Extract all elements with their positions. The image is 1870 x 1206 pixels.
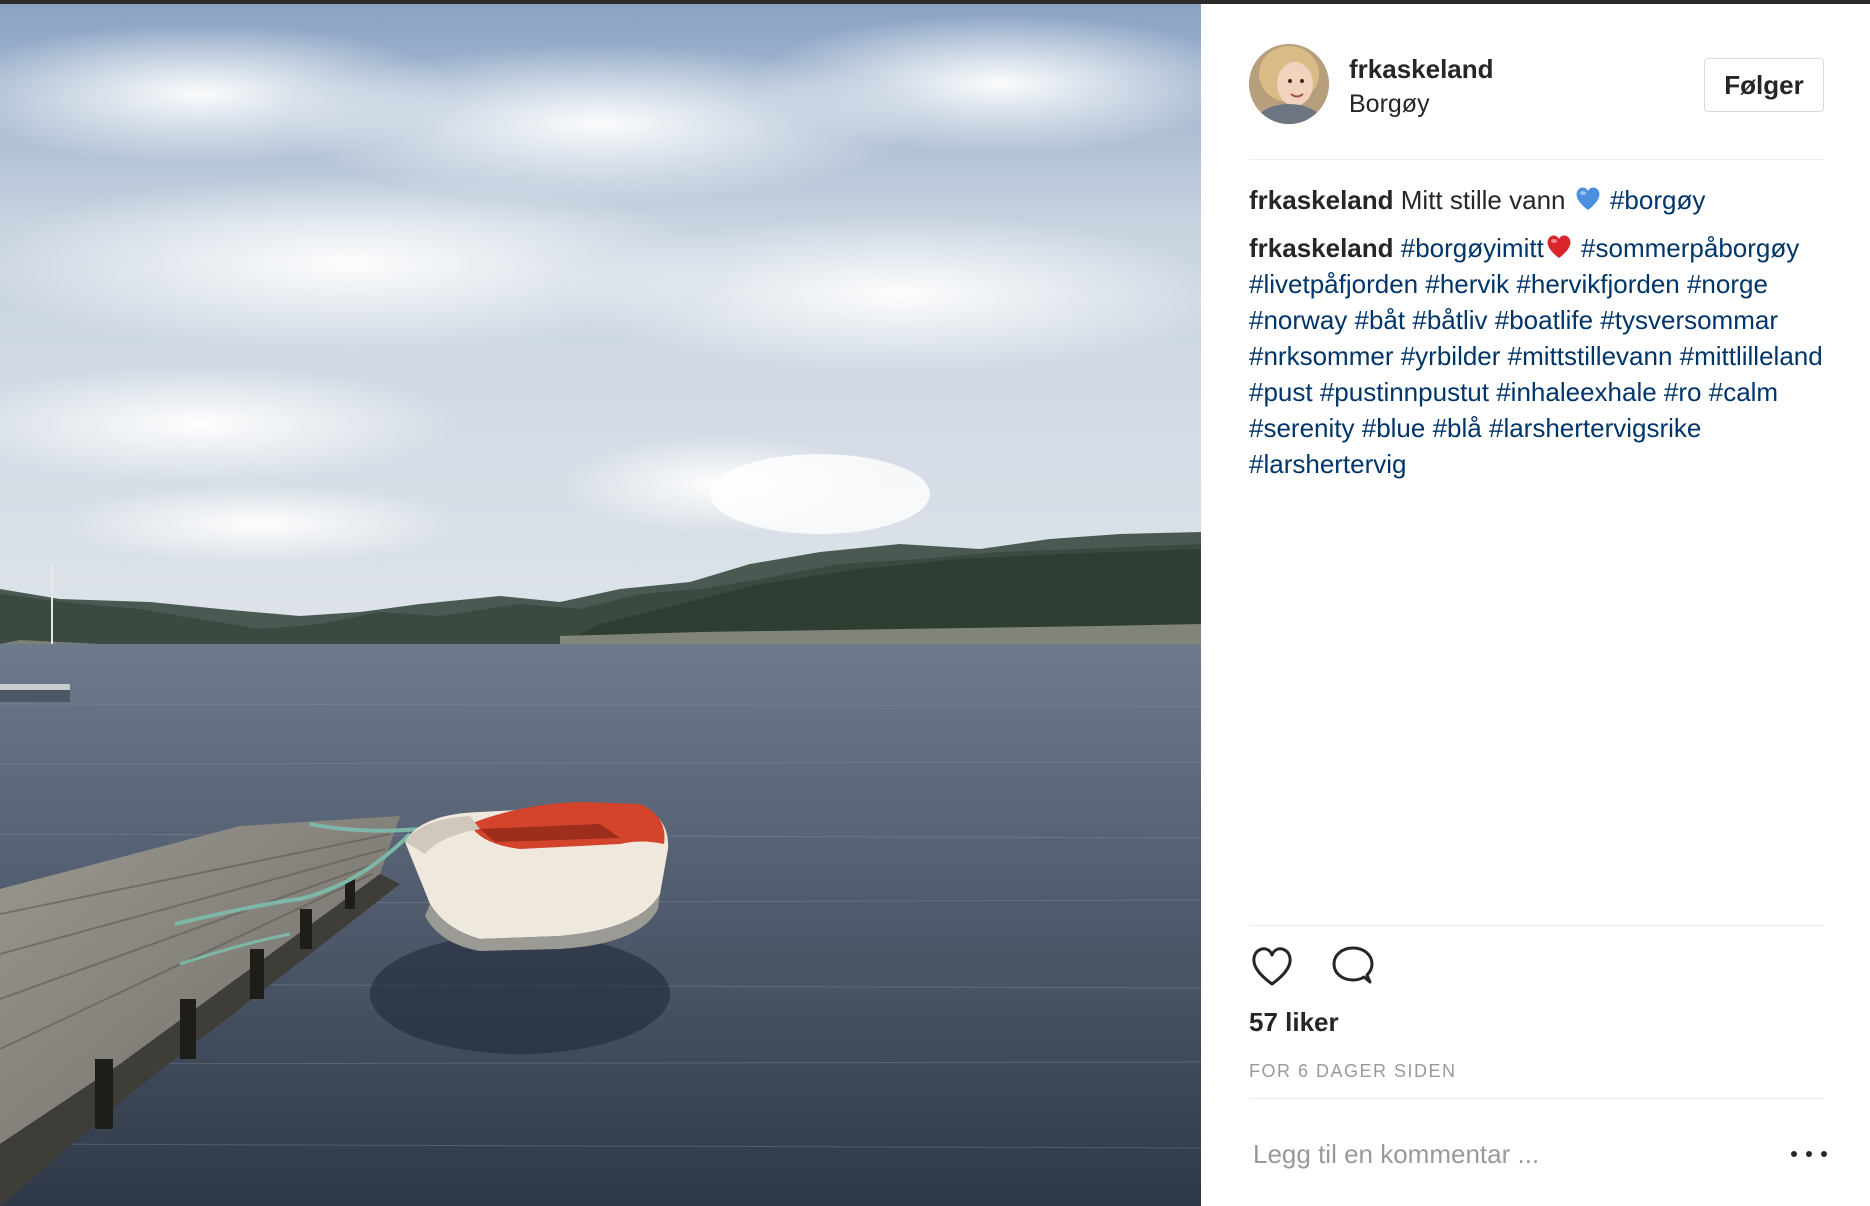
comment-item: frkaskeland #borgøyimitt #sommerpåborgøy…: [1249, 230, 1839, 482]
hashtag-link[interactable]: #borgøyimitt: [1401, 233, 1544, 263]
divider: [1249, 925, 1824, 926]
hashtag-link[interactable]: #norway: [1249, 305, 1347, 335]
comment-input[interactable]: [1249, 1132, 1757, 1176]
post-header: frkaskeland Borgøy Følger: [1249, 44, 1824, 160]
hashtag-link[interactable]: #calm: [1709, 377, 1778, 407]
hashtag-link[interactable]: #hervikfjorden: [1516, 269, 1679, 299]
hashtag-link[interactable]: #mittstillevann: [1508, 341, 1673, 371]
hashtag-link[interactable]: #pustinnpustut: [1320, 377, 1489, 407]
more-options-icon[interactable]: [1791, 1142, 1827, 1166]
hashtag-link[interactable]: #mittlilleland: [1680, 341, 1823, 371]
heart-icon[interactable]: [1249, 944, 1295, 990]
hashtag-link[interactable]: #larshertervigsrike: [1489, 413, 1701, 443]
hashtag-link[interactable]: #pust: [1249, 377, 1313, 407]
likes-count[interactable]: 57 liker: [1249, 1007, 1339, 1038]
dot: [1806, 1151, 1812, 1157]
post-username[interactable]: frkaskeland: [1349, 54, 1494, 85]
post-timestamp[interactable]: FOR 6 DAGER SIDEN: [1249, 1061, 1457, 1082]
avatar[interactable]: [1249, 44, 1329, 124]
post-sidebar: frkaskeland Borgøy Følger frkaskeland Mi…: [1201, 4, 1870, 1206]
divider: [1249, 1098, 1824, 1099]
dot: [1821, 1151, 1827, 1157]
hashtag-link[interactable]: #inhaleexhale: [1496, 377, 1656, 407]
instagram-post-window: frkaskeland Borgøy Følger frkaskeland Mi…: [0, 0, 1870, 1206]
hashtag-link[interactable]: #serenity: [1249, 413, 1355, 443]
hashtag-link[interactable]: #livetpåfjorden: [1249, 269, 1418, 299]
comment-icon[interactable]: [1330, 944, 1376, 990]
hashtag-link[interactable]: #båt: [1355, 305, 1406, 335]
post-actions: [1249, 944, 1449, 990]
hashtag-link[interactable]: #boatlife: [1495, 305, 1593, 335]
hashtag-list: #sommerpåborgøy #livetpåfjorden #hervik …: [1249, 233, 1823, 479]
red-heart-icon: [1547, 235, 1571, 258]
comment-item: frkaskeland Mitt stille vann #borgøy: [1249, 182, 1839, 218]
hashtag-link[interactable]: #tysversommar: [1600, 305, 1778, 335]
following-button[interactable]: Følger: [1704, 58, 1824, 112]
blue-heart-icon: [1576, 187, 1600, 210]
hashtag-link[interactable]: #yrbilder: [1401, 341, 1501, 371]
post-photo[interactable]: [0, 4, 1201, 1206]
hashtag-link[interactable]: #båtliv: [1412, 305, 1487, 335]
hashtag-link[interactable]: #blå: [1433, 413, 1482, 443]
comment-username[interactable]: frkaskeland: [1249, 185, 1394, 215]
lake-boat-photo: [0, 4, 1201, 1206]
hashtag-link[interactable]: #nrksommer: [1249, 341, 1393, 371]
comment-text: Mitt stille vann: [1400, 185, 1566, 215]
profile-photo-icon: [1249, 44, 1329, 124]
post-location[interactable]: Borgøy: [1349, 90, 1430, 119]
hashtag-link[interactable]: #hervik: [1425, 269, 1509, 299]
comments-list: frkaskeland Mitt stille vann #borgøy frk…: [1249, 182, 1839, 494]
hashtag-link[interactable]: #larshertervig: [1249, 449, 1407, 479]
hashtag-link[interactable]: #ro: [1664, 377, 1702, 407]
comment-username[interactable]: frkaskeland: [1249, 233, 1394, 263]
hashtag-link[interactable]: #sommerpåborgøy: [1581, 233, 1799, 263]
hashtag-link[interactable]: #borgøy: [1610, 185, 1705, 215]
dot: [1791, 1151, 1797, 1157]
hashtag-link[interactable]: #norge: [1687, 269, 1768, 299]
hashtag-link[interactable]: #blue: [1362, 413, 1426, 443]
